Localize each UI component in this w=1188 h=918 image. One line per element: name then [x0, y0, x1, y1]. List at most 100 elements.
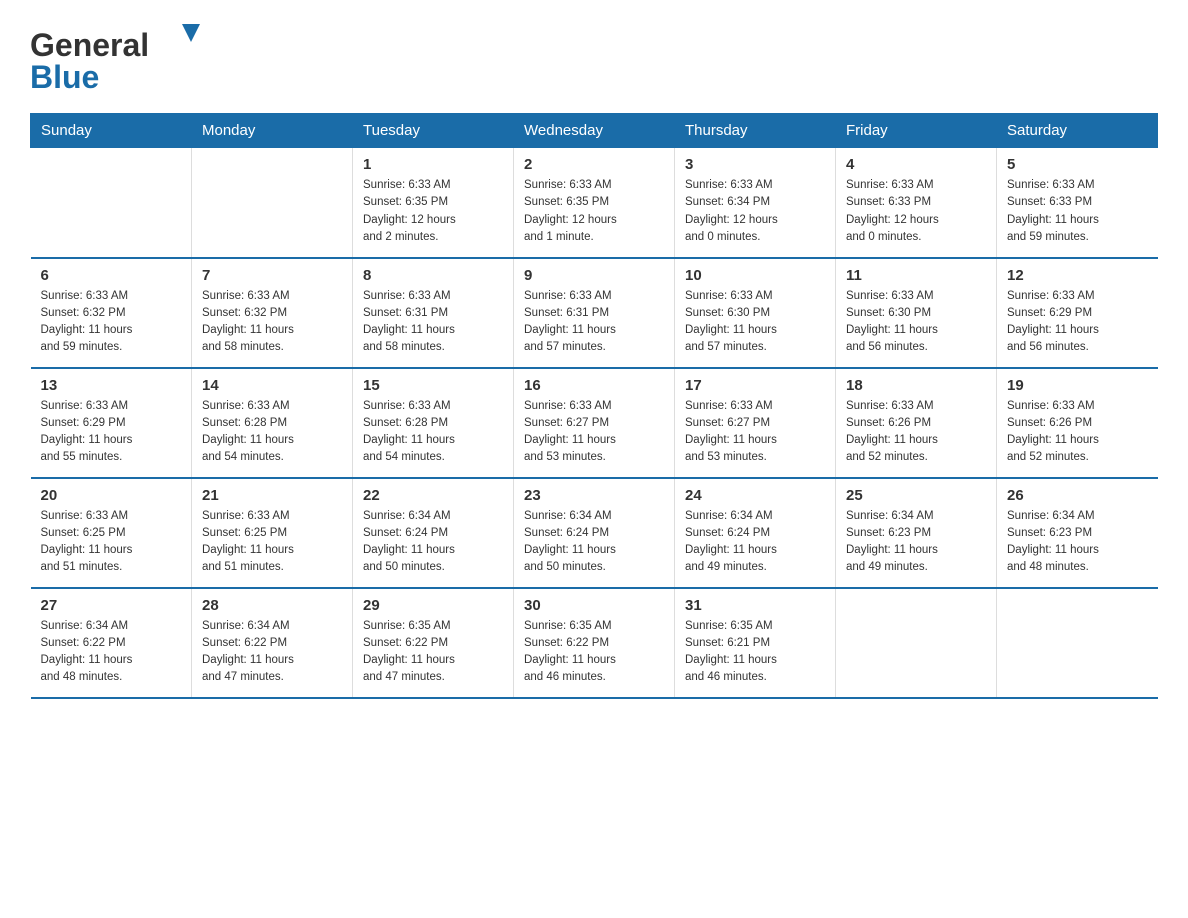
calendar-cell: 11Sunrise: 6:33 AMSunset: 6:30 PMDayligh…	[836, 258, 997, 368]
weekday-header-thursday: Thursday	[675, 114, 836, 148]
day-number: 24	[685, 487, 825, 504]
day-number: 28	[202, 597, 342, 614]
day-sun-info: Sunrise: 6:34 AMSunset: 6:23 PMDaylight:…	[846, 508, 986, 577]
calendar-cell: 2 Sunrise: 6:33 AMSunset: 6:35 PMDaylight…	[514, 148, 675, 258]
calendar-week-3: 13 Sunrise: 6:33 AMSunset: 6:29 PMDayligh…	[31, 368, 1158, 478]
calendar-cell: 1 Sunrise: 6:33 AMSunset: 6:35 PMDaylight…	[353, 148, 514, 258]
calendar-cell: 14Sunrise: 6:33 AMSunset: 6:28 PMDayligh…	[192, 368, 353, 478]
day-number: 13	[41, 377, 182, 394]
day-number: 2	[524, 156, 664, 173]
day-number: 29	[363, 597, 503, 614]
day-sun-info: Sunrise: 6:33 AMSunset: 6:31 PMDaylight:…	[524, 288, 664, 357]
day-number: 18	[846, 377, 986, 394]
page-header: GeneralBlue	[30, 20, 1158, 95]
calendar-cell: 18 Sunrise: 6:33 AMSunset: 6:26 PMDayligh…	[836, 368, 997, 478]
weekday-header-wednesday: Wednesday	[514, 114, 675, 148]
day-sun-info: Sunrise: 6:33 AMSunset: 6:32 PMDaylight:…	[202, 288, 342, 357]
day-number: 31	[685, 597, 825, 614]
day-sun-info: Sunrise: 6:33 AMSunset: 6:26 PMDaylight:…	[846, 398, 986, 467]
calendar-cell: 13 Sunrise: 6:33 AMSunset: 6:29 PMDayligh…	[31, 368, 192, 478]
calendar-cell: 4 Sunrise: 6:33 AMSunset: 6:33 PMDaylight…	[836, 148, 997, 258]
calendar-cell: 20Sunrise: 6:33 AMSunset: 6:25 PMDayligh…	[31, 478, 192, 588]
day-sun-info: Sunrise: 6:33 AMSunset: 6:26 PMDaylight:…	[1007, 398, 1148, 467]
day-sun-info: Sunrise: 6:33 AMSunset: 6:31 PMDaylight:…	[363, 288, 503, 357]
calendar-cell: 24 Sunrise: 6:34 AMSunset: 6:24 PMDayligh…	[675, 478, 836, 588]
calendar-cell: 26 Sunrise: 6:34 AMSunset: 6:23 PMDayligh…	[997, 478, 1158, 588]
calendar-cell	[31, 148, 192, 258]
calendar-cell: 7Sunrise: 6:33 AMSunset: 6:32 PMDaylight…	[192, 258, 353, 368]
day-sun-info: Sunrise: 6:33 AMSunset: 6:33 PMDaylight:…	[1007, 177, 1148, 246]
calendar-cell: 3 Sunrise: 6:33 AMSunset: 6:34 PMDaylight…	[675, 148, 836, 258]
day-sun-info: Sunrise: 6:33 AMSunset: 6:29 PMDaylight:…	[41, 398, 182, 467]
day-sun-info: Sunrise: 6:33 AMSunset: 6:28 PMDaylight:…	[363, 398, 503, 467]
day-sun-info: Sunrise: 6:33 AMSunset: 6:25 PMDaylight:…	[202, 508, 342, 577]
day-sun-info: Sunrise: 6:33 AMSunset: 6:29 PMDaylight:…	[1007, 288, 1148, 357]
calendar-week-5: 27Sunrise: 6:34 AMSunset: 6:22 PMDayligh…	[31, 588, 1158, 698]
day-number: 26	[1007, 487, 1148, 504]
day-sun-info: Sunrise: 6:33 AMSunset: 6:28 PMDaylight:…	[202, 398, 342, 467]
calendar-cell: 25 Sunrise: 6:34 AMSunset: 6:23 PMDayligh…	[836, 478, 997, 588]
weekday-header-row: SundayMondayTuesdayWednesdayThursdayFrid…	[31, 114, 1158, 148]
day-number: 20	[41, 487, 182, 504]
day-number: 4	[846, 156, 986, 173]
day-number: 3	[685, 156, 825, 173]
day-number: 1	[363, 156, 503, 173]
day-sun-info: Sunrise: 6:33 AMSunset: 6:30 PMDaylight:…	[846, 288, 986, 357]
calendar-cell: 30 Sunrise: 6:35 AMSunset: 6:22 PMDayligh…	[514, 588, 675, 698]
day-sun-info: Sunrise: 6:33 AMSunset: 6:27 PMDaylight:…	[524, 398, 664, 467]
weekday-header-tuesday: Tuesday	[353, 114, 514, 148]
logo: GeneralBlue	[30, 20, 220, 95]
weekday-header-friday: Friday	[836, 114, 997, 148]
day-sun-info: Sunrise: 6:35 AMSunset: 6:22 PMDaylight:…	[524, 618, 664, 687]
calendar-cell: 12 Sunrise: 6:33 AMSunset: 6:29 PMDayligh…	[997, 258, 1158, 368]
calendar-cell: 28 Sunrise: 6:34 AMSunset: 6:22 PMDayligh…	[192, 588, 353, 698]
day-sun-info: Sunrise: 6:34 AMSunset: 6:23 PMDaylight:…	[1007, 508, 1148, 577]
day-number: 12	[1007, 267, 1148, 284]
calendar-cell	[997, 588, 1158, 698]
day-number: 16	[524, 377, 664, 394]
day-number: 5	[1007, 156, 1148, 173]
calendar-cell	[836, 588, 997, 698]
calendar-cell: 6 Sunrise: 6:33 AMSunset: 6:32 PMDaylight…	[31, 258, 192, 368]
day-number: 9	[524, 267, 664, 284]
day-sun-info: Sunrise: 6:33 AMSunset: 6:32 PMDaylight:…	[41, 288, 182, 357]
day-sun-info: Sunrise: 6:34 AMSunset: 6:22 PMDaylight:…	[202, 618, 342, 687]
day-number: 15	[363, 377, 503, 394]
calendar-week-1: 1 Sunrise: 6:33 AMSunset: 6:35 PMDaylight…	[31, 148, 1158, 258]
day-number: 19	[1007, 377, 1148, 394]
svg-text:General: General	[30, 27, 149, 63]
calendar-cell	[192, 148, 353, 258]
calendar-cell: 21 Sunrise: 6:33 AMSunset: 6:25 PMDayligh…	[192, 478, 353, 588]
day-number: 22	[363, 487, 503, 504]
day-sun-info: Sunrise: 6:33 AMSunset: 6:35 PMDaylight:…	[363, 177, 503, 246]
logo-container: GeneralBlue	[30, 20, 220, 95]
logo-svg: GeneralBlue	[30, 20, 220, 95]
day-number: 6	[41, 267, 182, 284]
calendar-cell: 19 Sunrise: 6:33 AMSunset: 6:26 PMDayligh…	[997, 368, 1158, 478]
calendar-cell: 29Sunrise: 6:35 AMSunset: 6:22 PMDayligh…	[353, 588, 514, 698]
calendar-week-4: 20 Sunrise: 6:33 AMSunset: 6:25 PMDayligh…	[31, 478, 1158, 588]
day-number: 10	[685, 267, 825, 284]
day-sun-info: Sunrise: 6:33 AMSunset: 6:35 PMDaylight:…	[524, 177, 664, 246]
day-sun-info: Sunrise: 6:34 AMSunset: 6:24 PMDaylight:…	[524, 508, 664, 577]
calendar-cell: 17 Sunrise: 6:33 AMSunset: 6:27 PMDayligh…	[675, 368, 836, 478]
day-number: 21	[202, 487, 342, 504]
calendar-cell: 31 Sunrise: 6:35 AMSunset: 6:21 PMDayligh…	[675, 588, 836, 698]
calendar-cell: 23Sunrise: 6:34 AMSunset: 6:24 PMDayligh…	[514, 478, 675, 588]
calendar-week-2: 6 Sunrise: 6:33 AMSunset: 6:32 PMDaylight…	[31, 258, 1158, 368]
day-sun-info: Sunrise: 6:35 AMSunset: 6:21 PMDaylight:…	[685, 618, 825, 687]
day-sun-info: Sunrise: 6:34 AMSunset: 6:24 PMDaylight:…	[685, 508, 825, 577]
day-number: 8	[363, 267, 503, 284]
day-sun-info: Sunrise: 6:33 AMSunset: 6:27 PMDaylight:…	[685, 398, 825, 467]
calendar-cell: 15 Sunrise: 6:33 AMSunset: 6:28 PMDayligh…	[353, 368, 514, 478]
calendar-cell: 9 Sunrise: 6:33 AMSunset: 6:31 PMDaylight…	[514, 258, 675, 368]
svg-text:Blue: Blue	[30, 59, 99, 95]
day-sun-info: Sunrise: 6:34 AMSunset: 6:24 PMDaylight:…	[363, 508, 503, 577]
day-number: 30	[524, 597, 664, 614]
day-number: 25	[846, 487, 986, 504]
day-sun-info: Sunrise: 6:33 AMSunset: 6:34 PMDaylight:…	[685, 177, 825, 246]
day-sun-info: Sunrise: 6:33 AMSunset: 6:30 PMDaylight:…	[685, 288, 825, 357]
day-sun-info: Sunrise: 6:33 AMSunset: 6:33 PMDaylight:…	[846, 177, 986, 246]
calendar-cell: 10 Sunrise: 6:33 AMSunset: 6:30 PMDayligh…	[675, 258, 836, 368]
day-number: 17	[685, 377, 825, 394]
